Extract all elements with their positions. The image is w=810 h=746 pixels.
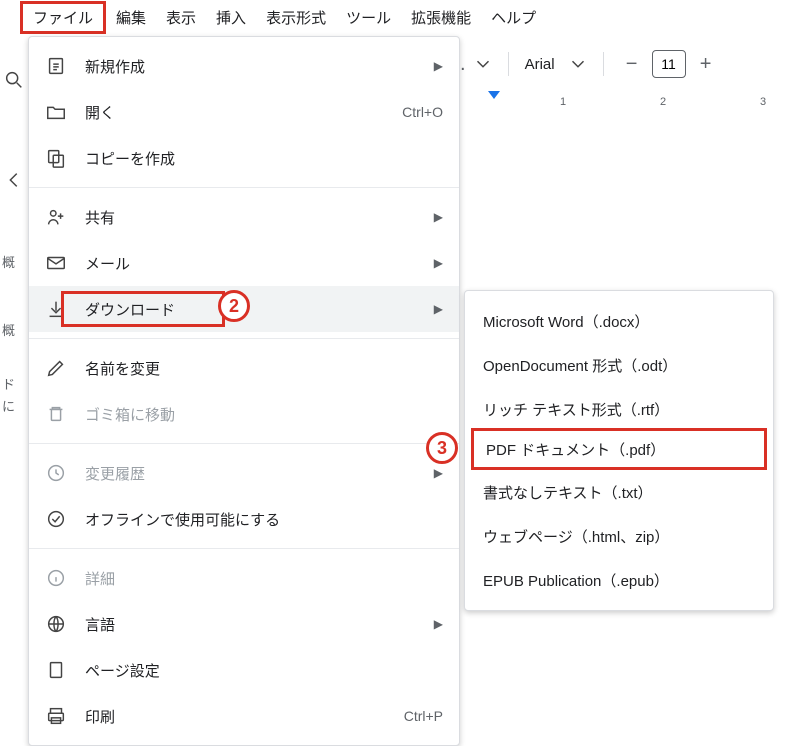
font-size-increase[interactable]: + bbox=[694, 52, 718, 76]
submenu-arrow-icon: ▶ bbox=[434, 59, 443, 73]
shortcut-label: Ctrl+P bbox=[404, 708, 443, 724]
style-dropdown-arrow[interactable] bbox=[474, 55, 492, 73]
download-icon bbox=[45, 298, 67, 320]
info-icon bbox=[45, 567, 67, 589]
menu-label: 開く bbox=[85, 102, 384, 123]
folder-icon bbox=[45, 101, 67, 123]
font-size-decrease[interactable]: − bbox=[620, 52, 644, 76]
separator bbox=[508, 52, 509, 76]
callout-3: 3 bbox=[426, 432, 458, 464]
menubar: ファイル 編集 表示 挿入 表示形式 ツール 拡張機能 ヘルプ bbox=[0, 0, 810, 36]
back-icon[interactable] bbox=[0, 160, 28, 200]
menu-label: ダウンロード bbox=[85, 299, 416, 320]
download-pdf[interactable]: PDF ドキュメント（.pdf） bbox=[471, 428, 767, 470]
download-html[interactable]: ウェブページ（.html、zip） bbox=[465, 514, 773, 558]
separator bbox=[29, 443, 459, 444]
file-menu-dropdown: 新規作成 ▶ 開く Ctrl+O コピーを作成 共有 ▶ メール ▶ ダウンロー… bbox=[28, 36, 460, 746]
copy-icon bbox=[45, 147, 67, 169]
file-plus-icon bbox=[45, 55, 67, 77]
menu-label: コピーを作成 bbox=[85, 148, 443, 169]
submenu-arrow-icon: ▶ bbox=[434, 466, 443, 480]
ni-label: に bbox=[2, 396, 15, 415]
menu-tools[interactable]: ツール bbox=[336, 1, 401, 34]
menu-open[interactable]: 開く Ctrl+O bbox=[29, 89, 459, 135]
ruler-mark: 3 bbox=[760, 96, 766, 108]
download-epub[interactable]: EPUB Publication（.epub） bbox=[465, 558, 773, 602]
indent-marker[interactable] bbox=[488, 91, 500, 99]
outline-label: 概 bbox=[2, 252, 15, 271]
submenu-arrow-icon: ▶ bbox=[434, 256, 443, 270]
share-icon bbox=[45, 206, 67, 228]
outline-label2: 概 bbox=[2, 320, 15, 339]
ruler-mark: 1 bbox=[560, 96, 566, 108]
menu-file[interactable]: ファイル bbox=[20, 1, 106, 34]
shortcut-label: Ctrl+O bbox=[402, 104, 443, 120]
menu-make-copy[interactable]: コピーを作成 bbox=[29, 135, 459, 181]
doc-label: ド bbox=[2, 374, 15, 393]
menu-edit[interactable]: 編集 bbox=[106, 1, 156, 34]
menu-email[interactable]: メール ▶ bbox=[29, 240, 459, 286]
menu-label: 言語 bbox=[85, 614, 416, 635]
menu-details: 詳細 bbox=[29, 555, 459, 601]
menu-label: 新規作成 bbox=[85, 56, 416, 77]
separator bbox=[29, 187, 459, 188]
font-dropdown-arrow[interactable] bbox=[569, 55, 587, 73]
menu-share[interactable]: 共有 ▶ bbox=[29, 194, 459, 240]
menu-insert[interactable]: 挿入 bbox=[206, 1, 256, 34]
download-rtf[interactable]: リッチ テキスト形式（.rtf） bbox=[465, 387, 773, 431]
menu-label: 名前を変更 bbox=[85, 358, 443, 379]
mail-icon bbox=[45, 252, 67, 274]
menu-label: メール bbox=[85, 253, 416, 274]
menu-extensions[interactable]: 拡張機能 bbox=[401, 1, 481, 34]
separator bbox=[29, 548, 459, 549]
dropdown-small[interactable]: . bbox=[460, 53, 466, 76]
font-select[interactable]: Arial bbox=[525, 56, 555, 73]
history-icon bbox=[45, 462, 67, 484]
search-icon[interactable] bbox=[0, 60, 28, 100]
ruler-mark: 2 bbox=[660, 96, 666, 108]
page-icon bbox=[45, 659, 67, 681]
menu-new[interactable]: 新規作成 ▶ bbox=[29, 43, 459, 89]
font-size-input[interactable]: 11 bbox=[652, 50, 686, 78]
submenu-arrow-icon: ▶ bbox=[434, 302, 443, 316]
menu-label: ゴミ箱に移動 bbox=[85, 404, 443, 425]
separator bbox=[603, 52, 604, 76]
menu-offline[interactable]: オフラインで使用可能にする bbox=[29, 496, 459, 542]
menu-label: 詳細 bbox=[85, 568, 443, 589]
download-docx[interactable]: Microsoft Word（.docx） bbox=[465, 299, 773, 343]
menu-help[interactable]: ヘルプ bbox=[481, 1, 546, 34]
menu-version-history: 変更履歴 ▶ bbox=[29, 450, 459, 496]
menu-label: オフラインで使用可能にする bbox=[85, 509, 443, 530]
menu-trash: ゴミ箱に移動 bbox=[29, 391, 459, 437]
download-txt[interactable]: 書式なしテキスト（.txt） bbox=[465, 470, 773, 514]
download-submenu: Microsoft Word（.docx） OpenDocument 形式（.o… bbox=[464, 290, 774, 611]
print-icon bbox=[45, 705, 67, 727]
submenu-arrow-icon: ▶ bbox=[434, 210, 443, 224]
menu-label: 印刷 bbox=[85, 706, 386, 727]
menu-label: 共有 bbox=[85, 207, 416, 228]
menu-language[interactable]: 言語 ▶ bbox=[29, 601, 459, 647]
menu-label: 変更履歴 bbox=[85, 463, 416, 484]
menu-page-setup[interactable]: ページ設定 bbox=[29, 647, 459, 693]
menu-rename[interactable]: 名前を変更 bbox=[29, 345, 459, 391]
separator bbox=[29, 338, 459, 339]
submenu-arrow-icon: ▶ bbox=[434, 617, 443, 631]
ruler[interactable]: 1 2 3 bbox=[460, 96, 810, 120]
trash-icon bbox=[45, 403, 67, 425]
pencil-icon bbox=[45, 357, 67, 379]
download-odt[interactable]: OpenDocument 形式（.odt） bbox=[465, 343, 773, 387]
globe-icon bbox=[45, 613, 67, 635]
left-strip bbox=[0, 40, 28, 200]
menu-view[interactable]: 表示 bbox=[156, 1, 206, 34]
callout-2: 2 bbox=[218, 290, 250, 322]
menu-print[interactable]: 印刷 Ctrl+P bbox=[29, 693, 459, 739]
menu-format[interactable]: 表示形式 bbox=[256, 1, 336, 34]
menu-label: ページ設定 bbox=[85, 660, 443, 681]
offline-icon bbox=[45, 508, 67, 530]
